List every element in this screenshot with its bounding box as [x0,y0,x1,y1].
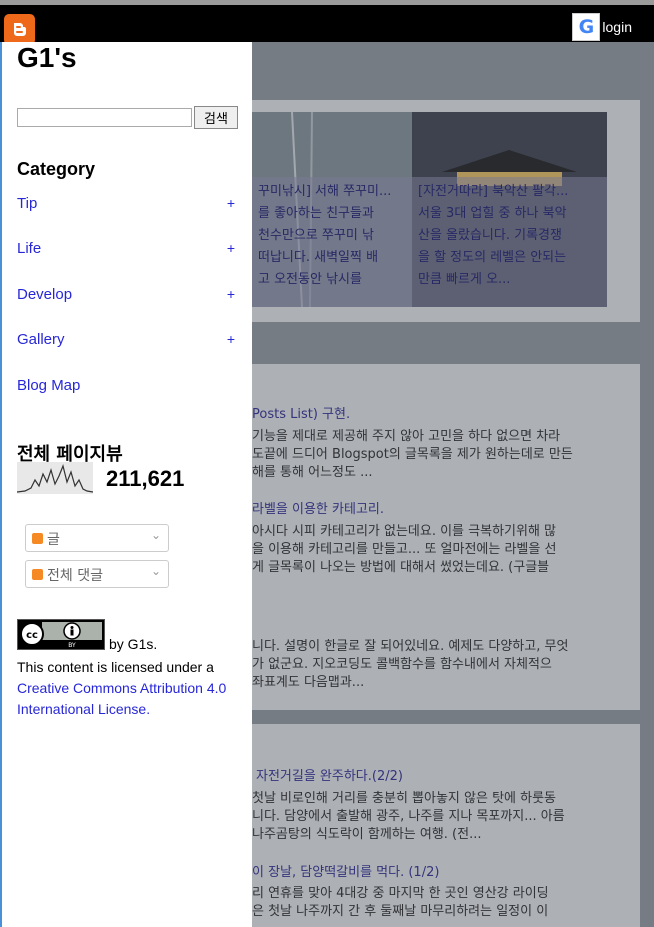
sidebar-item-label: Tip [17,195,38,212]
sidebar-item-label: Develop [17,286,73,303]
login-button[interactable]: G login [572,12,632,42]
sidebar-item-life[interactable]: Life + [17,240,235,262]
blogger-logo-icon[interactable] [4,14,35,45]
expand-icon[interactable]: + [227,240,235,256]
sidebar-item-develop[interactable]: Develop + [17,286,235,308]
category-heading: Category [17,159,96,179]
sidebar-item-blog-map[interactable]: Blog Map [17,377,235,399]
expand-icon[interactable]: + [227,331,235,347]
sidebar-item-label: Life [17,240,42,257]
pageviews-count: 211,621 [106,466,185,491]
sidebar-item-tip[interactable]: Tip + [17,195,235,217]
svg-text:BY: BY [68,642,76,649]
login-label: login [602,19,632,35]
feed-label: 글 [47,532,60,548]
main-content-background: 꾸미낚시] 서해 쭈꾸미... 를 좋아하는 친구들과 천수만으로 쭈꾸미 낚 … [252,42,654,927]
pageviews-sparkline-icon [17,462,93,494]
sidebar-drawer: G1's 검색 Category Tip + Life + Develop + … [0,42,252,927]
google-icon: G [572,13,601,41]
top-navbar: G login [0,0,654,45]
sidebar-item-label: Gallery [17,331,65,348]
comments-feed-dropdown[interactable]: 전체 댓글 ⌄ [25,560,169,588]
expand-icon[interactable]: + [227,195,235,211]
posts-feed-dropdown[interactable]: 글 ⌄ [25,524,169,552]
chevron-down-icon: ⌄ [150,564,161,578]
sidebar-item-gallery[interactable]: Gallery + [17,331,235,353]
feed-label: 전체 댓글 [47,568,103,584]
license-link[interactable]: Creative Commons Attribution 4.0 Interna… [17,680,226,717]
chevron-down-icon: ⌄ [150,528,161,542]
license-by-text: by G1s. [109,636,158,652]
blog-title[interactable]: G1's [17,42,77,74]
expand-icon[interactable]: + [227,286,235,302]
svg-text:cc: cc [26,630,38,641]
rss-icon [32,569,43,580]
sidebar-item-label: Blog Map [17,377,81,394]
search-button[interactable]: 검색 [194,106,238,129]
license-text: This content is licensed under a [17,659,214,675]
modal-dim-overlay[interactable] [252,42,654,927]
search-input[interactable] [17,108,192,127]
license-notice: This content is licensed under a Creativ… [17,657,249,720]
creative-commons-badge-icon[interactable]: cc BY [17,619,105,650]
rss-icon [32,533,43,544]
